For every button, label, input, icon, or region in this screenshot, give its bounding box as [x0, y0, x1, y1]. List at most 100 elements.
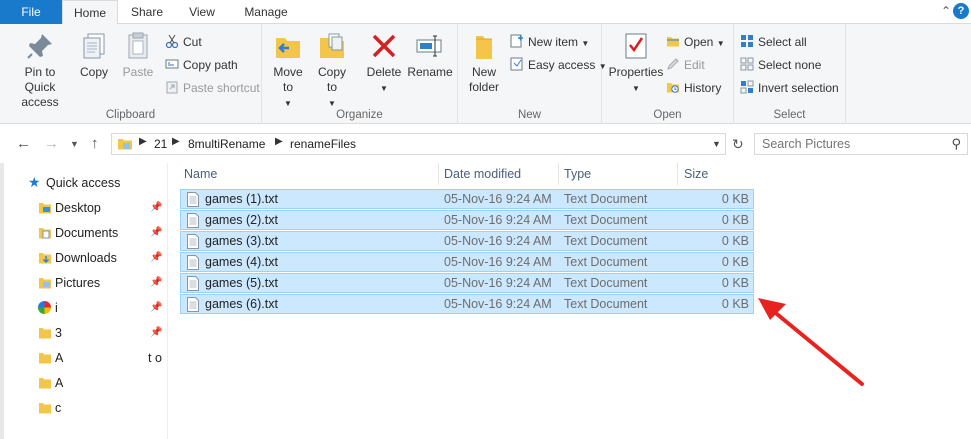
- paste-shortcut-icon: [166, 81, 178, 94]
- file-row[interactable]: games (3).txt 05-Nov-16 9:24 AM Text Doc…: [180, 231, 754, 251]
- search-box[interactable]: ⚲: [754, 133, 968, 155]
- breadcrumb-separator-icon[interactable]: ▶: [139, 136, 147, 147]
- pin-icon: [27, 34, 52, 59]
- new-item-label: New item: [528, 35, 579, 49]
- copy-to-dropdown-icon: ▼: [328, 99, 336, 108]
- copy-path-icon: [165, 59, 179, 69]
- breadcrumb-segment-8multirename[interactable]: 8multiRename: [188, 137, 265, 151]
- file-type: Text Document: [564, 276, 648, 290]
- copy-to-button[interactable]: Copy to ▼: [314, 30, 350, 111]
- move-to-dropdown-icon: ▼: [284, 99, 292, 108]
- text-file-icon: [187, 192, 199, 207]
- invert-selection-label: Invert selection: [758, 81, 839, 95]
- tab-home[interactable]: Home: [62, 0, 118, 25]
- navigation-pane-scrollbar[interactable]: [0, 163, 4, 439]
- open-button[interactable]: Open ▼: [666, 32, 725, 52]
- file-row[interactable]: games (1).txt 05-Nov-16 9:24 AM Text Doc…: [180, 189, 754, 209]
- new-group: New folder New item ▼ Easy access ▼ New: [458, 24, 607, 124]
- address-bar[interactable]: ▶ 21 ▶ 8multiRename ▶ renameFiles: [111, 133, 726, 155]
- up-arrow-icon[interactable]: ↑: [91, 135, 99, 152]
- breadcrumb-segment-21[interactable]: 21: [154, 137, 167, 151]
- recent-locations-chevron-down-icon[interactable]: ▼: [70, 139, 79, 149]
- folder-icon: [39, 403, 51, 414]
- column-header-name[interactable]: Name: [178, 163, 440, 185]
- breadcrumb-separator-icon[interactable]: ▶: [172, 136, 180, 147]
- search-icon[interactable]: ⚲: [951, 136, 961, 152]
- properties-button[interactable]: Properties ▼: [608, 30, 664, 96]
- forward-arrow-icon[interactable]: →: [44, 135, 59, 152]
- nav-item-folder-c[interactable]: c: [38, 397, 167, 419]
- rename-icon: [416, 35, 442, 57]
- column-header-size[interactable]: Size: [678, 163, 754, 185]
- refresh-icon[interactable]: ↻: [732, 136, 744, 153]
- rename-button[interactable]: Rename: [406, 30, 454, 80]
- file-row[interactable]: games (4).txt 05-Nov-16 9:24 AM Text Doc…: [180, 252, 754, 272]
- new-item-button[interactable]: New item ▼: [510, 32, 589, 52]
- move-to-button[interactable]: Move to ▼: [270, 30, 306, 111]
- tab-share[interactable]: Share: [118, 0, 176, 24]
- file-row[interactable]: games (6).txt 05-Nov-16 9:24 AM Text Doc…: [180, 294, 754, 314]
- paste-icon: [128, 32, 148, 59]
- nav-item-desktop[interactable]: Desktop 📌: [38, 197, 167, 219]
- app-logo-icon: [38, 301, 51, 314]
- history-label: History: [684, 81, 722, 95]
- tab-view[interactable]: View: [176, 0, 228, 24]
- folder-icon: [39, 328, 51, 339]
- documents-folder-icon: [39, 228, 51, 239]
- history-button[interactable]: History: [666, 78, 721, 98]
- pinned-icon: 📌: [150, 277, 163, 288]
- file-date-modified: 05-Nov-16 9:24 AM: [444, 276, 552, 290]
- pinned-icon: 📌: [150, 202, 163, 213]
- pin-to-quick-access-button[interactable]: Pin to Quick access: [4, 30, 76, 110]
- nav-quick-access[interactable]: ★ Quick access: [28, 172, 120, 194]
- nav-item-folder-3[interactable]: 3 📌: [38, 322, 167, 344]
- invert-selection-button[interactable]: Invert selection: [740, 78, 839, 98]
- new-item-icon: [510, 34, 523, 48]
- new-group-label: New: [517, 109, 541, 121]
- file-name: games (1).txt: [205, 192, 278, 206]
- nav-item-downloads[interactable]: Downloads 📌: [38, 247, 167, 269]
- edit-label: Edit: [684, 58, 705, 72]
- folder-location-icon: [118, 139, 132, 150]
- edit-button[interactable]: Edit: [666, 55, 705, 75]
- paste-shortcut-button[interactable]: Paste shortcut: [165, 78, 260, 98]
- copy-path-button[interactable]: Copy path: [165, 55, 238, 75]
- file-row[interactable]: games (2).txt 05-Nov-16 9:24 AM Text Doc…: [180, 210, 754, 230]
- properties-check-icon: [625, 33, 647, 59]
- file-row[interactable]: games (5).txt 05-Nov-16 9:24 AM Text Doc…: [180, 273, 754, 293]
- nav-item-folder-a2[interactable]: A: [38, 372, 167, 394]
- select-all-label: Select all: [758, 35, 807, 49]
- properties-label: Properties: [608, 65, 664, 79]
- select-all-icon: [741, 35, 753, 47]
- delete-label: Delete: [366, 65, 402, 79]
- pin-to-quick-access-label: Pin to Quick access: [21, 65, 59, 109]
- tab-file[interactable]: File: [0, 0, 62, 24]
- nav-item-app[interactable]: i 📌: [38, 297, 167, 319]
- breadcrumb-segment-renamefiles[interactable]: renameFiles: [290, 137, 356, 151]
- file-name: games (4).txt: [205, 255, 278, 269]
- nav-item-folder-a1-tail: t o: [148, 351, 162, 365]
- breadcrumb-separator-icon[interactable]: ▶: [275, 136, 283, 147]
- new-folder-button[interactable]: New folder: [464, 30, 504, 95]
- nav-item-pictures[interactable]: Pictures 📌: [38, 272, 167, 294]
- nav-item-folder-a1[interactable]: A t o: [38, 347, 167, 369]
- nav-item-documents[interactable]: Documents 📌: [38, 222, 167, 244]
- cut-label: Cut: [183, 35, 202, 49]
- search-input[interactable]: [755, 134, 935, 154]
- cut-button[interactable]: Cut: [165, 32, 202, 52]
- copy-button[interactable]: Copy: [76, 30, 112, 80]
- file-type: Text Document: [564, 255, 648, 269]
- easy-access-button[interactable]: Easy access ▼: [510, 55, 607, 75]
- column-header-type[interactable]: Type: [558, 163, 678, 185]
- paste-button[interactable]: Paste: [118, 30, 158, 80]
- back-arrow-icon[interactable]: ←: [16, 135, 31, 152]
- address-history-chevron-down-icon[interactable]: ▼: [712, 139, 721, 149]
- collapse-ribbon-chevron-icon[interactable]: ⌃: [941, 4, 951, 18]
- tab-manage[interactable]: Manage: [230, 0, 302, 24]
- column-header-date-modified[interactable]: Date modified: [438, 163, 558, 185]
- select-all-button[interactable]: Select all: [740, 32, 807, 52]
- help-icon[interactable]: ?: [953, 3, 969, 19]
- delete-button[interactable]: Delete ▼: [364, 30, 404, 96]
- select-none-button[interactable]: Select none: [740, 55, 821, 75]
- pinned-icon: 📌: [150, 227, 163, 238]
